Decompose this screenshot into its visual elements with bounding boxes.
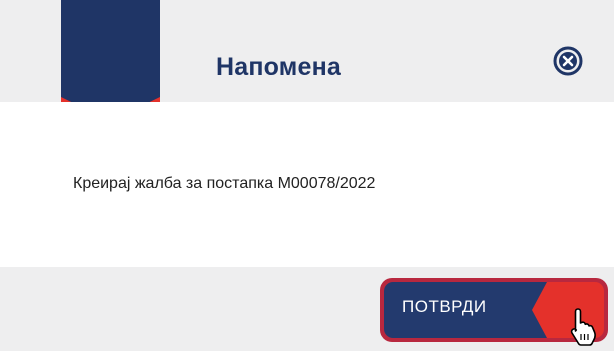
- dialog-footer: ПОТВРДИ: [0, 267, 614, 351]
- dialog-body: Креирај жалба за постапка M00078/2022: [0, 102, 614, 267]
- dialog: Напомена Креирај жалба за постапка M0007…: [0, 0, 614, 351]
- close-button[interactable]: [553, 46, 583, 76]
- dialog-title: Напомена: [216, 53, 342, 81]
- hand-pointer-icon: [569, 307, 599, 347]
- dialog-header: Напомена: [0, 0, 614, 132]
- confirm-button-label: ПОТВРДИ: [402, 297, 487, 316]
- close-circle-icon: [553, 46, 583, 76]
- dialog-message: Креирај жалба за постапка M00078/2022: [73, 175, 376, 192]
